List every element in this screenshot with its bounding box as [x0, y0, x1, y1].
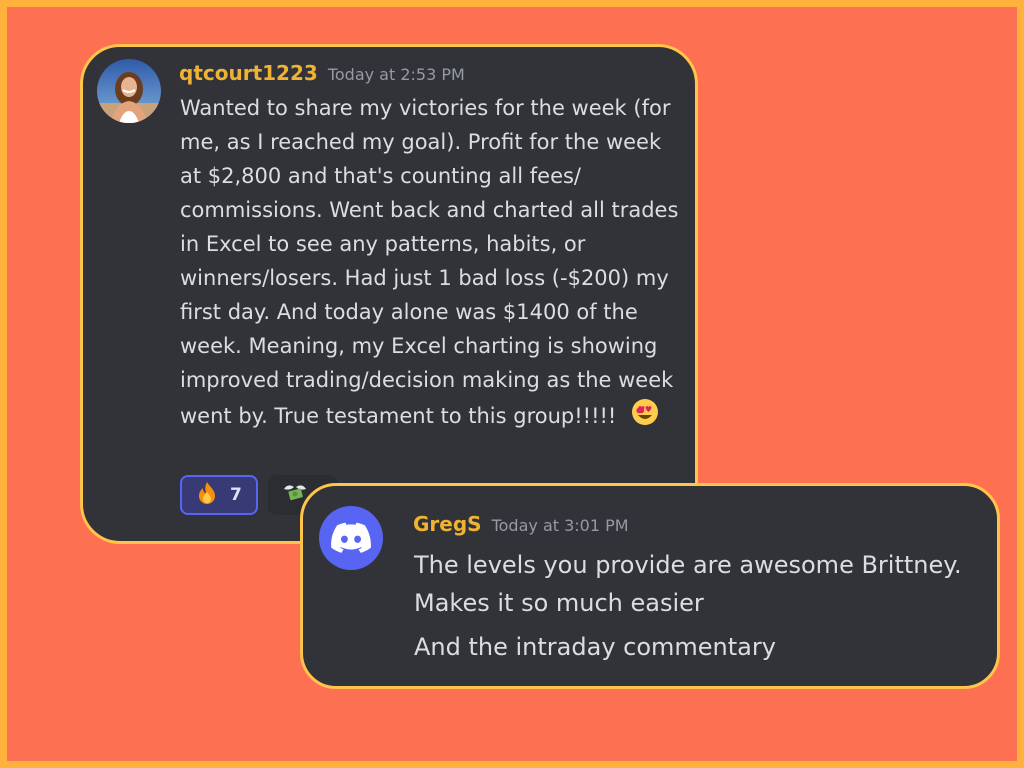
username[interactable]: qtcourt1223 — [179, 61, 318, 85]
fire-emoji-icon — [196, 481, 218, 510]
message-card-qtcourt1223: qtcourt1223 Today at 2:53 PM Wanted to sh… — [80, 44, 698, 544]
timestamp[interactable]: Today at 2:53 PM — [328, 65, 465, 84]
message-line-2: Makes it so much easier — [414, 589, 704, 617]
message-text: Wanted to share my victories for the wee… — [180, 96, 679, 428]
message-card-gregs: GregS Today at 3:01 PM The levels you pro… — [300, 483, 1000, 689]
username[interactable]: GregS — [413, 512, 482, 536]
reaction-count: 7 — [230, 485, 242, 505]
timestamp[interactable]: Today at 3:01 PM — [492, 516, 629, 535]
message-line-3: And the intraday commentary — [414, 633, 776, 661]
user-photo-avatar-icon — [97, 59, 161, 123]
discord-logo-icon — [331, 522, 371, 553]
user-avatar[interactable] — [319, 506, 383, 570]
message-line-1: The levels you provide are awesome Britt… — [414, 551, 962, 579]
reaction-fire[interactable]: 7 — [180, 475, 258, 515]
message-body: The levels you provide are awesome Britt… — [414, 546, 974, 666]
message-header: GregS Today at 3:01 PM — [413, 512, 629, 536]
user-avatar[interactable] — [97, 59, 161, 123]
heart-eyes-emoji-icon — [630, 397, 660, 437]
message-header: qtcourt1223 Today at 2:53 PM — [179, 61, 465, 85]
message-body: Wanted to share my victories for the wee… — [180, 91, 680, 437]
